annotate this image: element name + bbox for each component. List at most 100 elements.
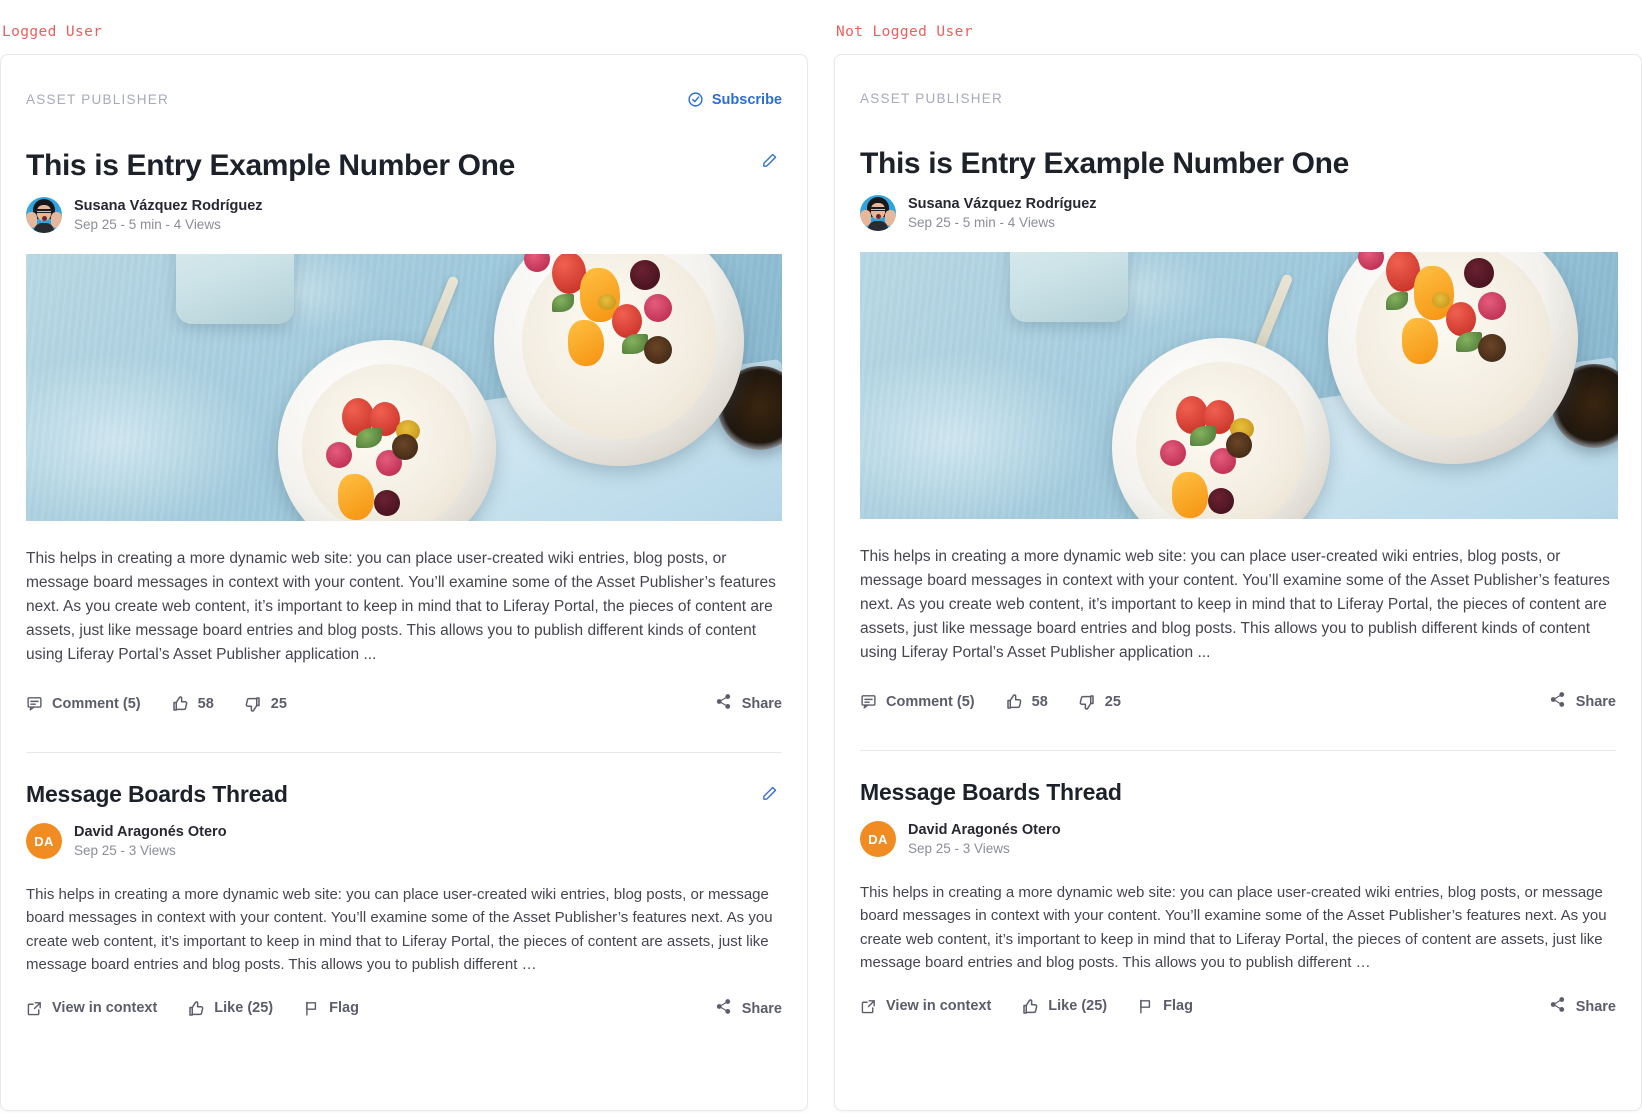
flag-label: Flag: [329, 1000, 359, 1017]
entry-actions: Comment (5) 58 25 Share: [1, 667, 807, 714]
thumbs-down-icon: [244, 695, 262, 713]
asset-publisher-card-logged: ASSET PUBLISHER Subscribe This is Entry …: [0, 54, 808, 1111]
thread-share-label: Share: [1575, 998, 1616, 1015]
thread-block: Message Boards Thread DA David Aragonés …: [835, 751, 1641, 1017]
pencil-icon: [761, 153, 778, 173]
like-count: 58: [197, 695, 214, 712]
like-button[interactable]: 58: [1005, 693, 1048, 711]
pencil-icon: [761, 787, 778, 806]
entry-title: This is Entry Example Number One: [26, 149, 515, 182]
thread-meta: Sep 25 - 3 Views: [74, 843, 176, 859]
publisher-kicker: ASSET PUBLISHER: [26, 92, 170, 107]
share-icon: [715, 998, 732, 1019]
thread-body: This helps in creating a more dynamic we…: [860, 884, 1607, 971]
thread-header: Message Boards Thread: [1, 781, 807, 809]
comment-button[interactable]: Comment (5): [26, 695, 141, 712]
panel-columns: Logged User ASSET PUBLISHER Subscribe Th…: [0, 0, 1642, 1111]
thread-byline: DA David Aragonés Otero Sep 25 - 3 Views: [1, 809, 807, 860]
flag-label: Flag: [1163, 998, 1193, 1015]
entry-byline: Susana Vázquez Rodríguez Sep 25 - 5 min …: [835, 181, 1641, 232]
thread-title: Message Boards Thread: [860, 779, 1122, 806]
entry-meta: Sep 25 - 5 min - 4 Views: [908, 215, 1055, 231]
asset-publisher-card-not-logged: ASSET PUBLISHER This is Entry Example Nu…: [834, 54, 1642, 1111]
thumbs-up-icon: [187, 1000, 205, 1018]
thumbs-up-icon: [1021, 998, 1039, 1016]
edit-thread-button[interactable]: [757, 781, 782, 806]
thumbs-up-icon: [171, 695, 189, 713]
share-button[interactable]: Share: [715, 693, 782, 714]
entry-author-name: Susana Vázquez Rodríguez: [74, 198, 263, 215]
entry-meta: Sep 25 - 5 min - 4 Views: [74, 217, 221, 233]
flag-button[interactable]: Flag: [303, 1000, 359, 1017]
dislike-count: 25: [1104, 693, 1121, 710]
share-label: Share: [1575, 693, 1616, 710]
share-label: Share: [741, 695, 782, 712]
view-in-context-button[interactable]: View in context: [860, 998, 991, 1015]
subscribe-button[interactable]: Subscribe: [687, 91, 782, 108]
avatar: [26, 197, 62, 234]
thread-author-name: David Aragonés Otero: [74, 824, 227, 841]
comment-icon: [26, 695, 43, 712]
thread-share-label: Share: [741, 1000, 782, 1017]
comment-icon: [860, 693, 877, 710]
share-button[interactable]: Share: [1549, 691, 1616, 712]
thread-byline: DA David Aragonés Otero Sep 25 - 3 Views: [835, 807, 1641, 858]
thumbs-down-icon: [1078, 693, 1096, 711]
panel-logged-user: Logged User ASSET PUBLISHER Subscribe Th…: [0, 0, 808, 1111]
publisher-header: ASSET PUBLISHER: [835, 55, 1641, 106]
thread-body: This helps in creating a more dynamic we…: [26, 886, 773, 973]
flag-button[interactable]: Flag: [1137, 998, 1193, 1015]
flag-icon: [1137, 998, 1154, 1015]
entry-byline: Susana Vázquez Rodríguez Sep 25 - 5 min …: [1, 183, 807, 234]
entry-author-name: Susana Vázquez Rodríguez: [908, 196, 1097, 213]
flag-icon: [303, 1000, 320, 1017]
dislike-button[interactable]: 25: [244, 695, 287, 713]
panel-label-not-logged: Not Logged User: [836, 24, 973, 40]
view-in-context-button[interactable]: View in context: [26, 1000, 157, 1017]
edit-entry-button[interactable]: [757, 148, 782, 173]
entry-hero-image: [26, 254, 782, 522]
share-icon: [1549, 691, 1566, 712]
thread-header: Message Boards Thread: [835, 779, 1641, 807]
entry-title: This is Entry Example Number One: [860, 147, 1349, 180]
panel-label-logged: Logged User: [2, 24, 103, 40]
view-in-context-label: View in context: [886, 998, 992, 1015]
thread-actions: View in context Like (25) Flag Share: [835, 974, 1641, 1017]
thread-like-label: Like (25): [1048, 998, 1108, 1015]
comment-label: Comment (5): [52, 695, 141, 712]
thread-title: Message Boards Thread: [26, 781, 288, 808]
thread-share-button[interactable]: Share: [715, 998, 782, 1019]
share-icon: [1549, 996, 1566, 1017]
screenshot-root: Logged User ASSET PUBLISHER Subscribe Th…: [0, 0, 1642, 1117]
entry-header: This is Entry Example Number One: [1, 108, 807, 183]
view-in-context-label: View in context: [52, 1000, 158, 1017]
comment-button[interactable]: Comment (5): [860, 693, 975, 710]
check-circle-icon: [687, 91, 704, 108]
dislike-button[interactable]: 25: [1078, 693, 1121, 711]
publisher-header: ASSET PUBLISHER Subscribe: [1, 55, 807, 108]
like-count: 58: [1031, 693, 1048, 710]
entry-actions: Comment (5) 58 25 Share: [835, 665, 1641, 712]
dislike-count: 25: [270, 695, 287, 712]
thread-share-button[interactable]: Share: [1549, 996, 1616, 1017]
thumbs-up-icon: [1005, 693, 1023, 711]
entry-hero-image: [860, 252, 1641, 520]
publisher-kicker: ASSET PUBLISHER: [860, 91, 1004, 106]
like-button[interactable]: 58: [171, 695, 214, 713]
panel-not-logged-user: Not Logged User ASSET PUBLISHER This is …: [834, 0, 1642, 1111]
external-link-icon: [26, 1000, 43, 1017]
avatar-initials: DA: [26, 823, 62, 860]
thread-like-button[interactable]: Like (25): [1021, 998, 1107, 1016]
external-link-icon: [860, 998, 877, 1015]
thread-actions: View in context Like (25) Flag Share: [1, 976, 807, 1019]
panel-label-row: Logged User: [0, 0, 808, 54]
thread-like-button[interactable]: Like (25): [187, 1000, 273, 1018]
subscribe-label: Subscribe: [711, 91, 782, 108]
avatar: [860, 195, 896, 232]
panel-label-row: Not Logged User: [834, 0, 1642, 54]
entry-body: This helps in creating a more dynamic we…: [26, 550, 776, 664]
thread-like-label: Like (25): [214, 1000, 274, 1017]
thread-meta: Sep 25 - 3 Views: [908, 841, 1010, 857]
entry-header: This is Entry Example Number One: [835, 106, 1641, 181]
thread-block: Message Boards Thread DA David Aragonés …: [1, 753, 807, 1019]
